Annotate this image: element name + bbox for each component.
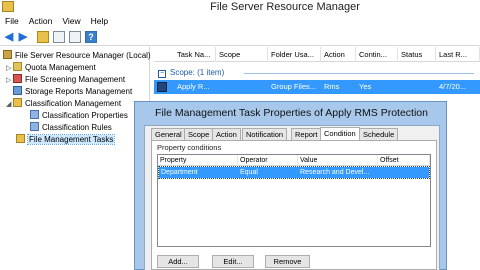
cell-task-name: Apply R... bbox=[177, 82, 210, 91]
condition-tab-panel: Property conditions Property Operator Va… bbox=[151, 140, 437, 270]
cell-folder-usage: Group Files... bbox=[271, 82, 317, 91]
add-condition-button[interactable]: Add... bbox=[157, 255, 199, 268]
cell-status bbox=[398, 80, 436, 94]
property-conditions-label: Property conditions bbox=[157, 143, 222, 152]
grid-column-offset[interactable]: Offset bbox=[378, 155, 430, 166]
tree-item-classification-properties[interactable]: Classification Properties bbox=[30, 110, 128, 122]
condition-operator: Equal bbox=[240, 169, 258, 176]
tab-condition[interactable]: Condition bbox=[320, 127, 360, 141]
title-bar: File Server Resource Manager bbox=[0, 0, 480, 14]
list-header: Task Na... Scope Folder Usa... Action Co… bbox=[154, 47, 480, 62]
up-folder-icon[interactable] bbox=[37, 31, 49, 43]
column-header-last-run[interactable]: Last R... bbox=[436, 47, 480, 62]
cell-action: Rms bbox=[324, 82, 340, 91]
toolbar: ◀ ▶ ? bbox=[0, 28, 480, 46]
properties-icon[interactable] bbox=[69, 31, 81, 43]
tab-report[interactable]: Report bbox=[291, 128, 322, 140]
tree-root[interactable]: File Server Resource Manager (Local) bbox=[3, 50, 151, 62]
menu-view[interactable]: View bbox=[57, 14, 85, 28]
menu-action[interactable]: Action bbox=[24, 14, 58, 28]
condition-value: Research and Devel... bbox=[300, 169, 370, 176]
collapse-arrow-icon[interactable]: ◢ bbox=[6, 99, 13, 111]
column-header-continuous[interactable]: Contin... bbox=[356, 47, 398, 62]
back-arrow-icon[interactable]: ◀ bbox=[3, 31, 15, 43]
task-properties-dialog: File Management Task Properties of Apply… bbox=[134, 101, 447, 270]
column-header-folder-usage[interactable]: Folder Usa... bbox=[268, 47, 321, 62]
tree-item-quota[interactable]: ▷ Quota Management bbox=[6, 62, 96, 74]
menu-bar: File Action View Help bbox=[0, 14, 480, 28]
grid-column-property[interactable]: Property bbox=[158, 155, 238, 166]
task-icon bbox=[157, 82, 167, 92]
column-header-status[interactable]: Status bbox=[398, 47, 436, 62]
menu-file[interactable]: File bbox=[0, 14, 24, 28]
grid-column-value[interactable]: Value bbox=[298, 155, 378, 166]
tree-item-file-screening[interactable]: ▷ File Screening Management bbox=[6, 74, 125, 86]
window-title: File Server Resource Manager bbox=[210, 1, 360, 13]
properties-list-icon bbox=[30, 110, 39, 119]
column-header-scope[interactable]: Scope bbox=[216, 47, 268, 62]
tab-schedule[interactable]: Schedule bbox=[359, 128, 399, 140]
edit-condition-button[interactable]: Edit... bbox=[212, 255, 254, 268]
file-screen-icon bbox=[13, 74, 22, 83]
cell-scope bbox=[216, 80, 268, 94]
condition-offset bbox=[378, 167, 429, 178]
group-label: Scope: (1 item) bbox=[170, 68, 225, 77]
menu-help[interactable]: Help bbox=[86, 14, 113, 28]
remove-condition-button[interactable]: Remove bbox=[265, 255, 310, 268]
tab-general[interactable]: General bbox=[151, 128, 186, 140]
group-divider bbox=[244, 73, 474, 74]
scope-group-header[interactable]: − Scope: (1 item) bbox=[154, 67, 480, 79]
console-tree: File Server Resource Manager (Local) ▷ Qu… bbox=[0, 47, 151, 270]
quota-icon bbox=[13, 62, 22, 71]
tab-scope[interactable]: Scope bbox=[184, 128, 214, 140]
tasks-folder-icon bbox=[16, 134, 25, 143]
cell-continuous: Yes bbox=[359, 82, 372, 91]
grid-header: Property Operator Value Offset bbox=[158, 155, 430, 166]
tab-action[interactable]: Action bbox=[212, 128, 241, 140]
table-row[interactable]: Apply R... Group Files... Rms Yes 4/7/20… bbox=[154, 80, 480, 94]
tree-item-storage-reports[interactable]: Storage Reports Management bbox=[6, 86, 132, 98]
cell-last-run: 4/7/20... bbox=[439, 82, 467, 91]
console-tree-icon[interactable] bbox=[53, 31, 65, 43]
classification-icon bbox=[13, 98, 22, 107]
property-conditions-grid: Property Operator Value Offset Departmen… bbox=[157, 154, 431, 247]
tab-notification[interactable]: Notification bbox=[242, 128, 288, 140]
tree-item-file-management-tasks[interactable]: File Management Tasks bbox=[16, 134, 116, 146]
tree-item-classification[interactable]: ◢ Classification Management bbox=[6, 98, 121, 110]
column-header-task-name[interactable]: Task Na... bbox=[174, 47, 216, 62]
tree-item-classification-rules[interactable]: Classification Rules bbox=[30, 122, 112, 134]
collapse-group-icon[interactable]: − bbox=[158, 70, 166, 78]
condition-row[interactable]: Department Equal Research and Devel... bbox=[158, 166, 430, 179]
dialog-body: General Scope Action Notification Report… bbox=[144, 125, 440, 270]
forward-arrow-icon[interactable]: ▶ bbox=[17, 31, 29, 43]
condition-property: Department bbox=[161, 169, 198, 176]
grid-column-operator[interactable]: Operator bbox=[238, 155, 298, 166]
help-icon[interactable]: ? bbox=[85, 31, 97, 43]
column-header-action[interactable]: Action bbox=[321, 47, 356, 62]
server-icon bbox=[3, 50, 12, 59]
dialog-title[interactable]: File Management Task Properties of Apply… bbox=[135, 102, 448, 125]
rules-icon bbox=[30, 122, 39, 131]
report-icon bbox=[13, 86, 22, 95]
